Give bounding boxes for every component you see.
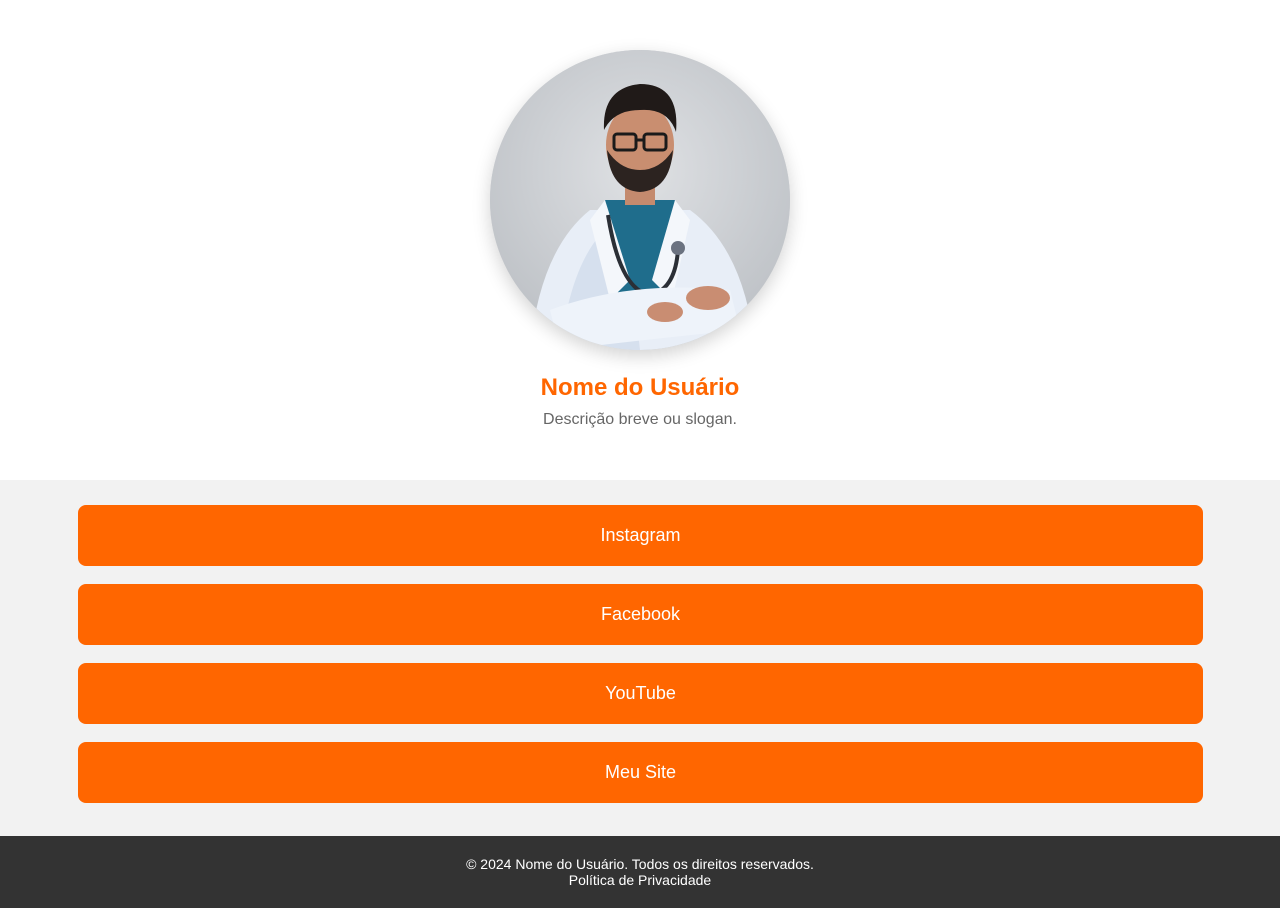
- website-link-button[interactable]: Meu Site: [78, 742, 1203, 803]
- facebook-link-button[interactable]: Facebook: [78, 584, 1203, 645]
- profile-name: Nome do Usuário: [540, 374, 740, 401]
- profile-header: Nome do Usuário Descrição breve ou sloga…: [0, 0, 1280, 480]
- privacy-policy-link[interactable]: Política de Privacidade: [0, 872, 1280, 888]
- youtube-link-button[interactable]: YouTube: [78, 663, 1203, 724]
- footer-copyright: © 2024 Nome do Usuário. Todos os direito…: [466, 856, 814, 872]
- footer: © 2024 Nome do Usuário. Todos os direito…: [0, 836, 1280, 908]
- instagram-link-button[interactable]: Instagram: [78, 505, 1203, 566]
- avatar-photo: [490, 50, 790, 350]
- links-section: Instagram Facebook YouTube Meu Site: [0, 480, 1280, 836]
- profile-description: Descrição breve ou slogan.: [543, 411, 737, 428]
- avatar: [490, 50, 790, 350]
